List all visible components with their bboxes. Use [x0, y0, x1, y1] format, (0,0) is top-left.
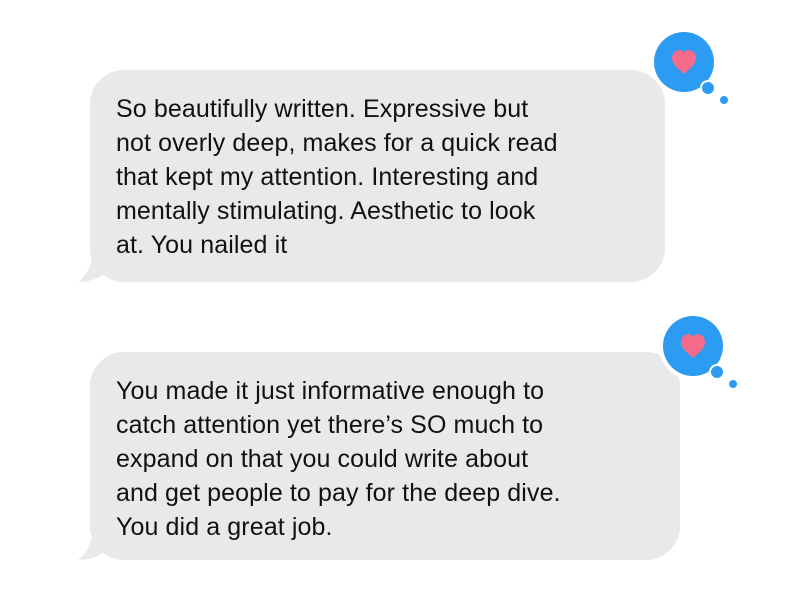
- message-bubble[interactable]: So beautifully written. Expressive but n…: [90, 70, 665, 282]
- message-bubble[interactable]: You made it just informative enough to c…: [90, 352, 680, 560]
- bubble-tail-icon: [78, 532, 110, 560]
- bubble-tail-icon: [78, 254, 110, 282]
- heart-reaction-icon[interactable]: [646, 26, 736, 116]
- heart-reaction-icon[interactable]: [655, 310, 745, 400]
- message-thread: So beautifully written. Expressive but n…: [0, 0, 800, 600]
